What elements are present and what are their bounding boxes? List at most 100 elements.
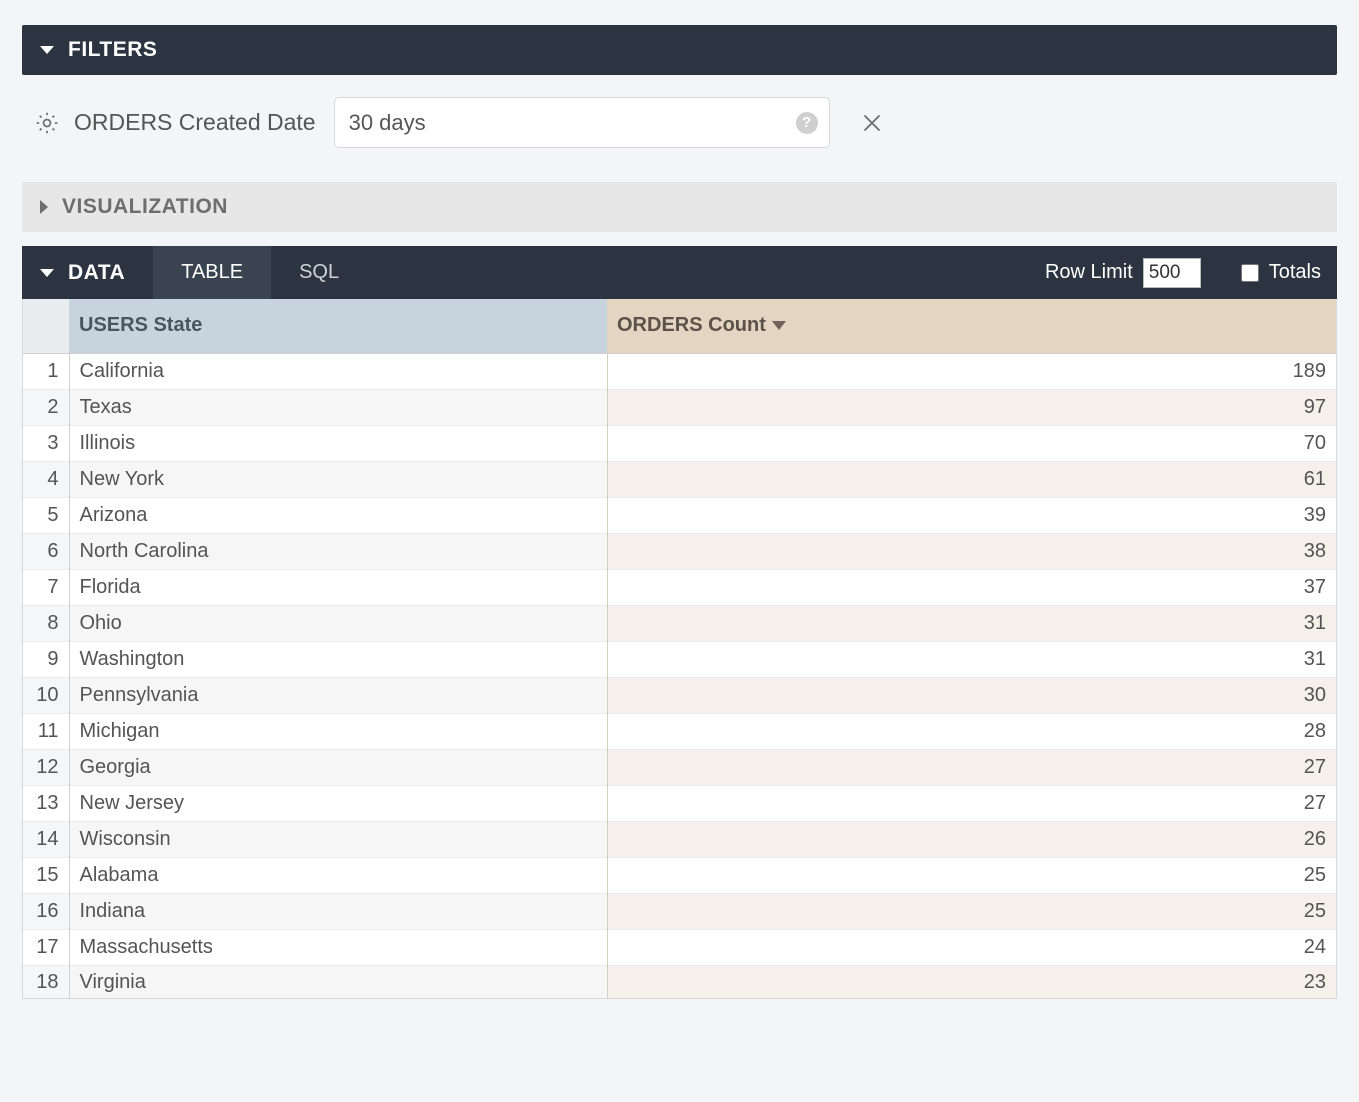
row-limit-input[interactable] bbox=[1143, 258, 1201, 288]
cell-count[interactable]: 31 bbox=[607, 641, 1336, 677]
row-number: 10 bbox=[23, 677, 69, 713]
column-header-rownum bbox=[23, 299, 69, 353]
data-toggle-bar: DATA TABLE SQL Row Limit Totals bbox=[22, 246, 1337, 299]
caret-down-icon[interactable] bbox=[40, 269, 54, 277]
cell-state[interactable]: Arizona bbox=[69, 497, 607, 533]
sort-desc-icon bbox=[772, 321, 786, 330]
table-row[interactable]: 3Illinois70 bbox=[23, 425, 1336, 461]
cell-state[interactable]: Texas bbox=[69, 389, 607, 425]
data-tabs: TABLE SQL bbox=[153, 246, 367, 299]
row-number: 4 bbox=[23, 461, 69, 497]
table-row[interactable]: 18Virginia23 bbox=[23, 965, 1336, 998]
cell-state[interactable]: Wisconsin bbox=[69, 821, 607, 857]
table-row[interactable]: 14Wisconsin26 bbox=[23, 821, 1336, 857]
tab-sql[interactable]: SQL bbox=[271, 246, 367, 299]
row-number: 13 bbox=[23, 785, 69, 821]
cell-count[interactable]: 189 bbox=[607, 353, 1336, 389]
results-table: USERS State ORDERS Count 1California1892… bbox=[22, 299, 1337, 999]
row-number: 5 bbox=[23, 497, 69, 533]
column-header-count-label: ORDERS Count bbox=[617, 314, 766, 336]
cell-count[interactable]: 61 bbox=[607, 461, 1336, 497]
row-number: 17 bbox=[23, 929, 69, 965]
table-row[interactable]: 1California189 bbox=[23, 353, 1336, 389]
table-row[interactable]: 15Alabama25 bbox=[23, 857, 1336, 893]
cell-state[interactable]: North Carolina bbox=[69, 533, 607, 569]
filter-label: ORDERS Created Date bbox=[74, 109, 316, 136]
cell-state[interactable]: New Jersey bbox=[69, 785, 607, 821]
column-header-count[interactable]: ORDERS Count bbox=[607, 299, 1336, 353]
cell-count[interactable]: 23 bbox=[607, 965, 1336, 998]
table-row[interactable]: 7Florida37 bbox=[23, 569, 1336, 605]
table-row[interactable]: 5Arizona39 bbox=[23, 497, 1336, 533]
cell-state[interactable]: Illinois bbox=[69, 425, 607, 461]
table-row[interactable]: 16Indiana25 bbox=[23, 893, 1336, 929]
table-row[interactable]: 12Georgia27 bbox=[23, 749, 1336, 785]
column-header-state-label: USERS State bbox=[79, 314, 202, 336]
cell-count[interactable]: 25 bbox=[607, 893, 1336, 929]
row-number: 6 bbox=[23, 533, 69, 569]
cell-state[interactable]: California bbox=[69, 353, 607, 389]
cell-count[interactable]: 30 bbox=[607, 677, 1336, 713]
cell-state[interactable]: Michigan bbox=[69, 713, 607, 749]
row-number: 15 bbox=[23, 857, 69, 893]
cell-state[interactable]: Virginia bbox=[69, 965, 607, 998]
cell-state[interactable]: Massachusetts bbox=[69, 929, 607, 965]
row-limit-label: Row Limit bbox=[1045, 261, 1133, 284]
cell-count[interactable]: 24 bbox=[607, 929, 1336, 965]
data-title[interactable]: DATA bbox=[68, 261, 125, 285]
filters-toggle[interactable]: FILTERS bbox=[22, 25, 1337, 75]
cell-state[interactable]: Alabama bbox=[69, 857, 607, 893]
row-number: 1 bbox=[23, 353, 69, 389]
filter-row: ORDERS Created Date ? bbox=[22, 75, 1337, 174]
table-row[interactable]: 10Pennsylvania30 bbox=[23, 677, 1336, 713]
table-row[interactable]: 13New Jersey27 bbox=[23, 785, 1336, 821]
table-row[interactable]: 4New York61 bbox=[23, 461, 1336, 497]
cell-count[interactable]: 31 bbox=[607, 605, 1336, 641]
row-number: 7 bbox=[23, 569, 69, 605]
cell-count[interactable]: 25 bbox=[607, 857, 1336, 893]
row-number: 14 bbox=[23, 821, 69, 857]
row-number: 9 bbox=[23, 641, 69, 677]
tab-table[interactable]: TABLE bbox=[153, 246, 271, 299]
table-row[interactable]: 2Texas97 bbox=[23, 389, 1336, 425]
remove-filter-button[interactable] bbox=[860, 111, 884, 135]
caret-down-icon bbox=[40, 46, 54, 54]
cell-state[interactable]: Pennsylvania bbox=[69, 677, 607, 713]
cell-count[interactable]: 97 bbox=[607, 389, 1336, 425]
gear-icon[interactable] bbox=[34, 110, 60, 136]
cell-count[interactable]: 39 bbox=[607, 497, 1336, 533]
column-header-state[interactable]: USERS State bbox=[69, 299, 607, 353]
table-row[interactable]: 8Ohio31 bbox=[23, 605, 1336, 641]
filters-title: FILTERS bbox=[68, 38, 157, 62]
visualization-title: VISUALIZATION bbox=[62, 195, 228, 219]
filter-value-input[interactable] bbox=[334, 97, 830, 148]
tab-sql-label: SQL bbox=[299, 261, 339, 284]
table-row[interactable]: 11Michigan28 bbox=[23, 713, 1336, 749]
cell-state[interactable]: New York bbox=[69, 461, 607, 497]
cell-state[interactable]: Florida bbox=[69, 569, 607, 605]
cell-count[interactable]: 38 bbox=[607, 533, 1336, 569]
cell-count[interactable]: 27 bbox=[607, 749, 1336, 785]
cell-state[interactable]: Indiana bbox=[69, 893, 607, 929]
row-number: 12 bbox=[23, 749, 69, 785]
caret-right-icon bbox=[40, 200, 48, 214]
row-number: 18 bbox=[23, 965, 69, 998]
cell-state[interactable]: Washington bbox=[69, 641, 607, 677]
cell-count[interactable]: 27 bbox=[607, 785, 1336, 821]
table-row[interactable]: 6North Carolina38 bbox=[23, 533, 1336, 569]
table-row[interactable]: 17Massachusetts24 bbox=[23, 929, 1336, 965]
row-number: 3 bbox=[23, 425, 69, 461]
cell-count[interactable]: 28 bbox=[607, 713, 1336, 749]
totals-checkbox[interactable] bbox=[1241, 264, 1259, 282]
row-number: 8 bbox=[23, 605, 69, 641]
tab-table-label: TABLE bbox=[181, 261, 243, 284]
help-icon[interactable]: ? bbox=[796, 112, 818, 134]
cell-state[interactable]: Georgia bbox=[69, 749, 607, 785]
row-number: 16 bbox=[23, 893, 69, 929]
visualization-toggle[interactable]: VISUALIZATION bbox=[22, 182, 1337, 232]
cell-count[interactable]: 70 bbox=[607, 425, 1336, 461]
cell-count[interactable]: 37 bbox=[607, 569, 1336, 605]
cell-count[interactable]: 26 bbox=[607, 821, 1336, 857]
cell-state[interactable]: Ohio bbox=[69, 605, 607, 641]
table-row[interactable]: 9Washington31 bbox=[23, 641, 1336, 677]
